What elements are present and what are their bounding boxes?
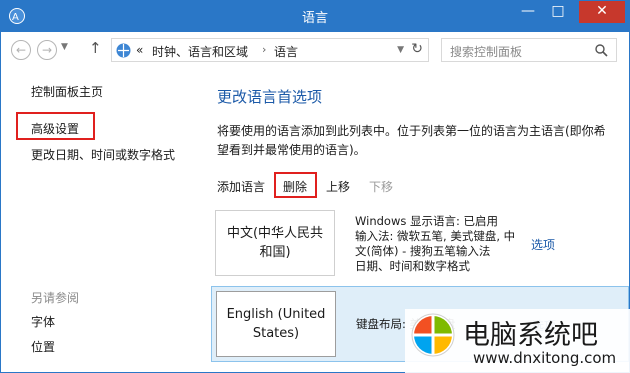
recent-locations-icon[interactable]: ▼ xyxy=(61,42,68,52)
move-down-button[interactable]: 下移 xyxy=(369,178,393,195)
windows-logo-icon xyxy=(411,313,455,357)
sidebar-item-location[interactable]: 位置 xyxy=(31,338,55,355)
sidebar-item-advanced-settings[interactable]: 高级设置 xyxy=(31,120,79,137)
watermark-title: 电脑系统吧 xyxy=(463,320,598,351)
see-also-heading: 另请参阅 xyxy=(31,291,80,305)
site-watermark: 电脑系统吧 www.dnxitong.com xyxy=(405,309,630,373)
maximize-button[interactable]: □ xyxy=(543,1,573,23)
forward-button[interactable]: → xyxy=(37,40,57,60)
sidebar-item-fonts[interactable]: 字体 xyxy=(31,313,55,330)
language-tile-english[interactable]: English (United States) xyxy=(216,291,336,357)
address-dropdown-icon[interactable]: ▼ xyxy=(397,45,404,55)
language-window: A 语言 — □ ✕ ← → ▼ ↑ « 时钟、语言和区域 › 语言 ▼ ↻ 搜… xyxy=(0,0,630,373)
language-info: Windows 显示语言: 已启用 输入法: 微软五笔, 美式键盘, 中文(简体… xyxy=(355,214,525,274)
page-title: 更改语言首选项 xyxy=(217,88,323,106)
sidebar-item-control-panel-home[interactable]: 控制面板主页 xyxy=(31,83,103,100)
remove-button[interactable]: 删除 xyxy=(283,178,307,195)
minimize-button[interactable]: — xyxy=(513,1,543,23)
language-options-link[interactable]: 选项 xyxy=(531,236,555,253)
move-up-button[interactable]: 上移 xyxy=(326,178,350,195)
left-pane: 控制面板主页 高级设置 更改日期、时间或数字格式 另请参阅 字体 位置 xyxy=(1,66,201,372)
language-row[interactable]: 中文(中华人民共和国) Windows 显示语言: 已启用 输入法: 微软五笔,… xyxy=(211,206,629,282)
refresh-icon[interactable]: ↻ xyxy=(411,41,423,57)
page-description: 将要使用的语言添加到此列表中。位于列表第一位的语言为主语言(即你希望看到并最常使… xyxy=(217,124,606,157)
language-info-text: Windows 显示语言: 已启用 输入法: 微软五笔, 美式键盘, 中文(简体… xyxy=(355,214,516,273)
back-button[interactable]: ← xyxy=(11,40,31,60)
search-input[interactable]: 搜索控制面板 xyxy=(450,43,522,60)
breadcrumb-chevron[interactable]: › xyxy=(262,43,266,56)
up-button[interactable]: ↑ xyxy=(89,39,102,57)
language-toolbar: 添加语言 删除 上移 下移 xyxy=(201,172,629,198)
breadcrumb-clock-language-region[interactable]: 时钟、语言和区域 xyxy=(152,43,248,60)
add-language-button[interactable]: 添加语言 xyxy=(217,178,265,195)
language-tile-chinese[interactable]: 中文(中华人民共和国) xyxy=(215,210,335,276)
sidebar-item-change-date-time-format[interactable]: 更改日期、时间或数字格式 xyxy=(31,146,175,163)
breadcrumb-overflow[interactable]: « xyxy=(136,43,143,57)
search-box[interactable]: 搜索控制面板 xyxy=(441,38,617,62)
title-bar: A 语言 — □ ✕ xyxy=(1,1,629,32)
navigation-bar: ← → ▼ ↑ « 时钟、语言和区域 › 语言 ▼ ↻ 搜索控制面板 xyxy=(1,32,629,66)
address-bar[interactable]: « 时钟、语言和区域 › 语言 ▼ ↻ xyxy=(111,38,429,62)
close-button[interactable]: ✕ xyxy=(579,1,625,23)
breadcrumb-language[interactable]: 语言 xyxy=(274,43,298,60)
watermark-url: www.dnxitong.com xyxy=(473,349,617,367)
search-icon[interactable] xyxy=(595,44,608,57)
control-panel-icon xyxy=(116,43,131,58)
